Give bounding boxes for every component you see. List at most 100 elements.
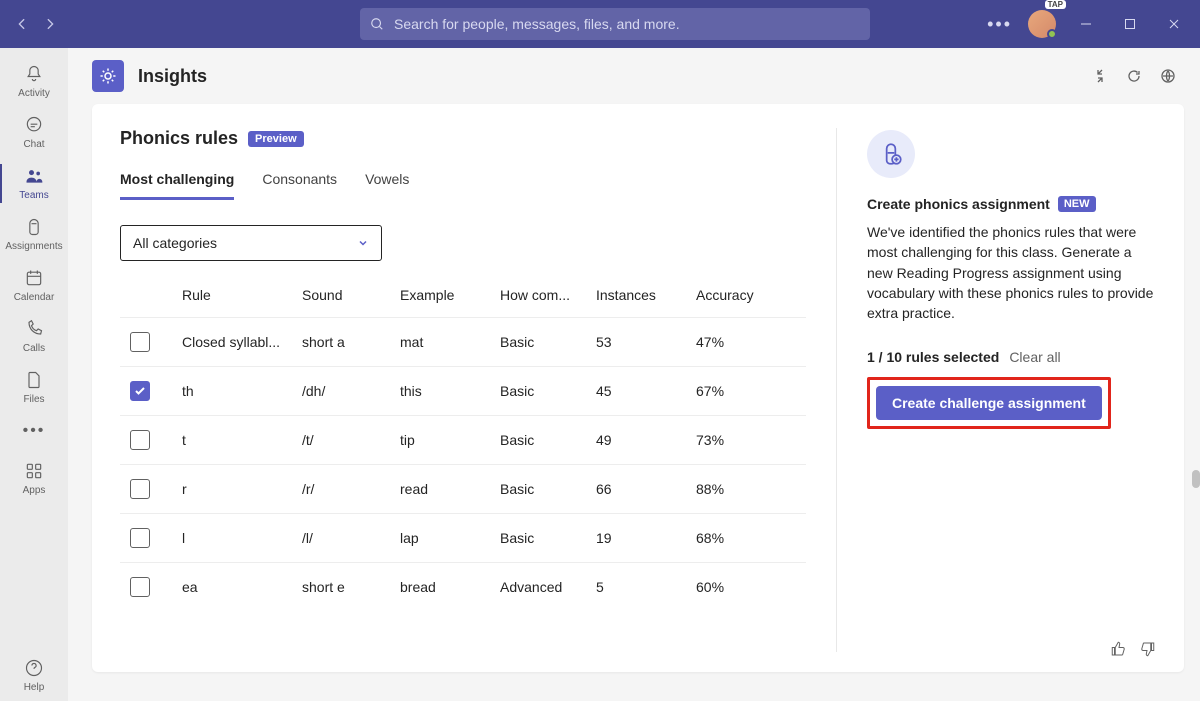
rail-files[interactable]: Files [0, 362, 68, 413]
popout-button[interactable] [1160, 68, 1176, 84]
tab-vowels[interactable]: Vowels [365, 171, 409, 200]
tabs: Most challenging Consonants Vowels [120, 171, 806, 201]
app-rail: Activity Chat Teams Assignments Calendar… [0, 48, 68, 701]
cell-accuracy: 68% [696, 530, 786, 546]
back-button[interactable] [12, 14, 32, 34]
feedback-row [1110, 640, 1156, 658]
more-icon: ••• [22, 419, 46, 443]
table-header: Rule Sound Example How com... Instances … [120, 277, 806, 317]
thumbs-up-button[interactable] [1110, 640, 1128, 658]
thumbs-down-button[interactable] [1138, 640, 1156, 658]
row-checkbox[interactable] [130, 381, 150, 401]
apps-icon [22, 459, 46, 483]
table-row[interactable]: Closed syllabl... short a mat Basic 53 4… [120, 317, 806, 366]
main: Insights Phonics rules Preview Most chal… [68, 48, 1200, 701]
row-checkbox[interactable] [130, 430, 150, 450]
cell-sound: short a [302, 334, 400, 350]
rail-label: Apps [23, 485, 46, 496]
rail-teams[interactable]: Teams [0, 158, 68, 209]
cell-rule: t [182, 432, 302, 448]
avatar-badge: TAP [1045, 0, 1066, 9]
titlebar: ••• TAP [0, 0, 1200, 48]
col-rule[interactable]: Rule [182, 287, 302, 303]
cell-instances: 66 [596, 481, 696, 497]
cell-accuracy: 67% [696, 383, 786, 399]
rail-calls[interactable]: Calls [0, 311, 68, 362]
forward-button[interactable] [40, 14, 60, 34]
cell-accuracy: 88% [696, 481, 786, 497]
cell-example: tip [400, 432, 500, 448]
close-button[interactable] [1160, 10, 1188, 38]
rail-assignments[interactable]: Assignments [0, 209, 68, 260]
rail-chat[interactable]: Chat [0, 107, 68, 158]
rail-activity[interactable]: Activity [0, 56, 68, 107]
bell-icon [22, 62, 46, 86]
rail-apps[interactable]: Apps [0, 453, 68, 504]
collapse-button[interactable] [1092, 68, 1108, 84]
scrollbar[interactable] [1192, 470, 1200, 488]
row-checkbox[interactable] [130, 528, 150, 548]
cell-instances: 53 [596, 334, 696, 350]
rail-label: Files [23, 394, 44, 405]
rail-help[interactable]: Help [0, 650, 68, 701]
search-icon [370, 17, 384, 31]
col-sound[interactable]: Sound [302, 287, 400, 303]
cell-instances: 45 [596, 383, 696, 399]
cell-sound: short e [302, 579, 400, 595]
maximize-button[interactable] [1116, 10, 1144, 38]
cell-example: lap [400, 530, 500, 546]
col-instances[interactable]: Instances [596, 287, 696, 303]
cell-sound: /dh/ [302, 383, 400, 399]
file-icon [22, 368, 46, 392]
chat-icon [22, 113, 46, 137]
cell-accuracy: 73% [696, 432, 786, 448]
app-header: Insights [68, 48, 1200, 104]
refresh-button[interactable] [1126, 68, 1142, 84]
table-row[interactable]: t /t/ tip Basic 49 73% [120, 415, 806, 464]
rail-more[interactable]: ••• [0, 413, 68, 453]
col-how[interactable]: How com... [500, 287, 596, 303]
row-checkbox[interactable] [130, 479, 150, 499]
cell-example: this [400, 383, 500, 399]
cell-rule: th [182, 383, 302, 399]
search-input[interactable] [360, 8, 870, 40]
col-accuracy[interactable]: Accuracy [696, 287, 786, 303]
section-title: Phonics rules [120, 128, 238, 149]
cell-how: Basic [500, 432, 596, 448]
cell-rule: Closed syllabl... [182, 334, 302, 350]
presence-icon [1047, 29, 1057, 39]
cell-example: read [400, 481, 500, 497]
table-row[interactable]: ea short e bread Advanced 5 60% [120, 562, 806, 611]
row-checkbox[interactable] [130, 577, 150, 597]
cell-instances: 49 [596, 432, 696, 448]
avatar[interactable]: TAP [1028, 10, 1056, 38]
content-card: Phonics rules Preview Most challenging C… [92, 104, 1184, 672]
cell-instances: 19 [596, 530, 696, 546]
cell-rule: r [182, 481, 302, 497]
cell-how: Basic [500, 334, 596, 350]
clear-all-link[interactable]: Clear all [1009, 349, 1060, 365]
tab-consonants[interactable]: Consonants [262, 171, 337, 200]
category-dropdown[interactable]: All categories [120, 225, 382, 261]
minimize-button[interactable] [1072, 10, 1100, 38]
row-checkbox[interactable] [130, 332, 150, 352]
rail-label: Assignments [5, 241, 62, 252]
rail-calendar[interactable]: Calendar [0, 260, 68, 311]
calendar-icon [22, 266, 46, 290]
cell-accuracy: 47% [696, 334, 786, 350]
rail-label: Teams [19, 190, 48, 201]
col-example[interactable]: Example [400, 287, 500, 303]
backpack-icon [22, 215, 46, 239]
table-row[interactable]: th /dh/ this Basic 45 67% [120, 366, 806, 415]
table-row[interactable]: r /r/ read Basic 66 88% [120, 464, 806, 513]
page-title: Insights [138, 66, 207, 87]
new-badge: NEW [1058, 196, 1096, 212]
rail-label: Calls [23, 343, 45, 354]
more-button[interactable]: ••• [987, 14, 1012, 35]
create-assignment-button[interactable]: Create challenge assignment [876, 386, 1102, 420]
tab-most-challenging[interactable]: Most challenging [120, 171, 234, 200]
table-row[interactable]: l /l/ lap Basic 19 68% [120, 513, 806, 562]
dropdown-label: All categories [133, 235, 217, 251]
rail-label: Activity [18, 88, 50, 99]
side-title: Create phonics assignment [867, 196, 1050, 212]
